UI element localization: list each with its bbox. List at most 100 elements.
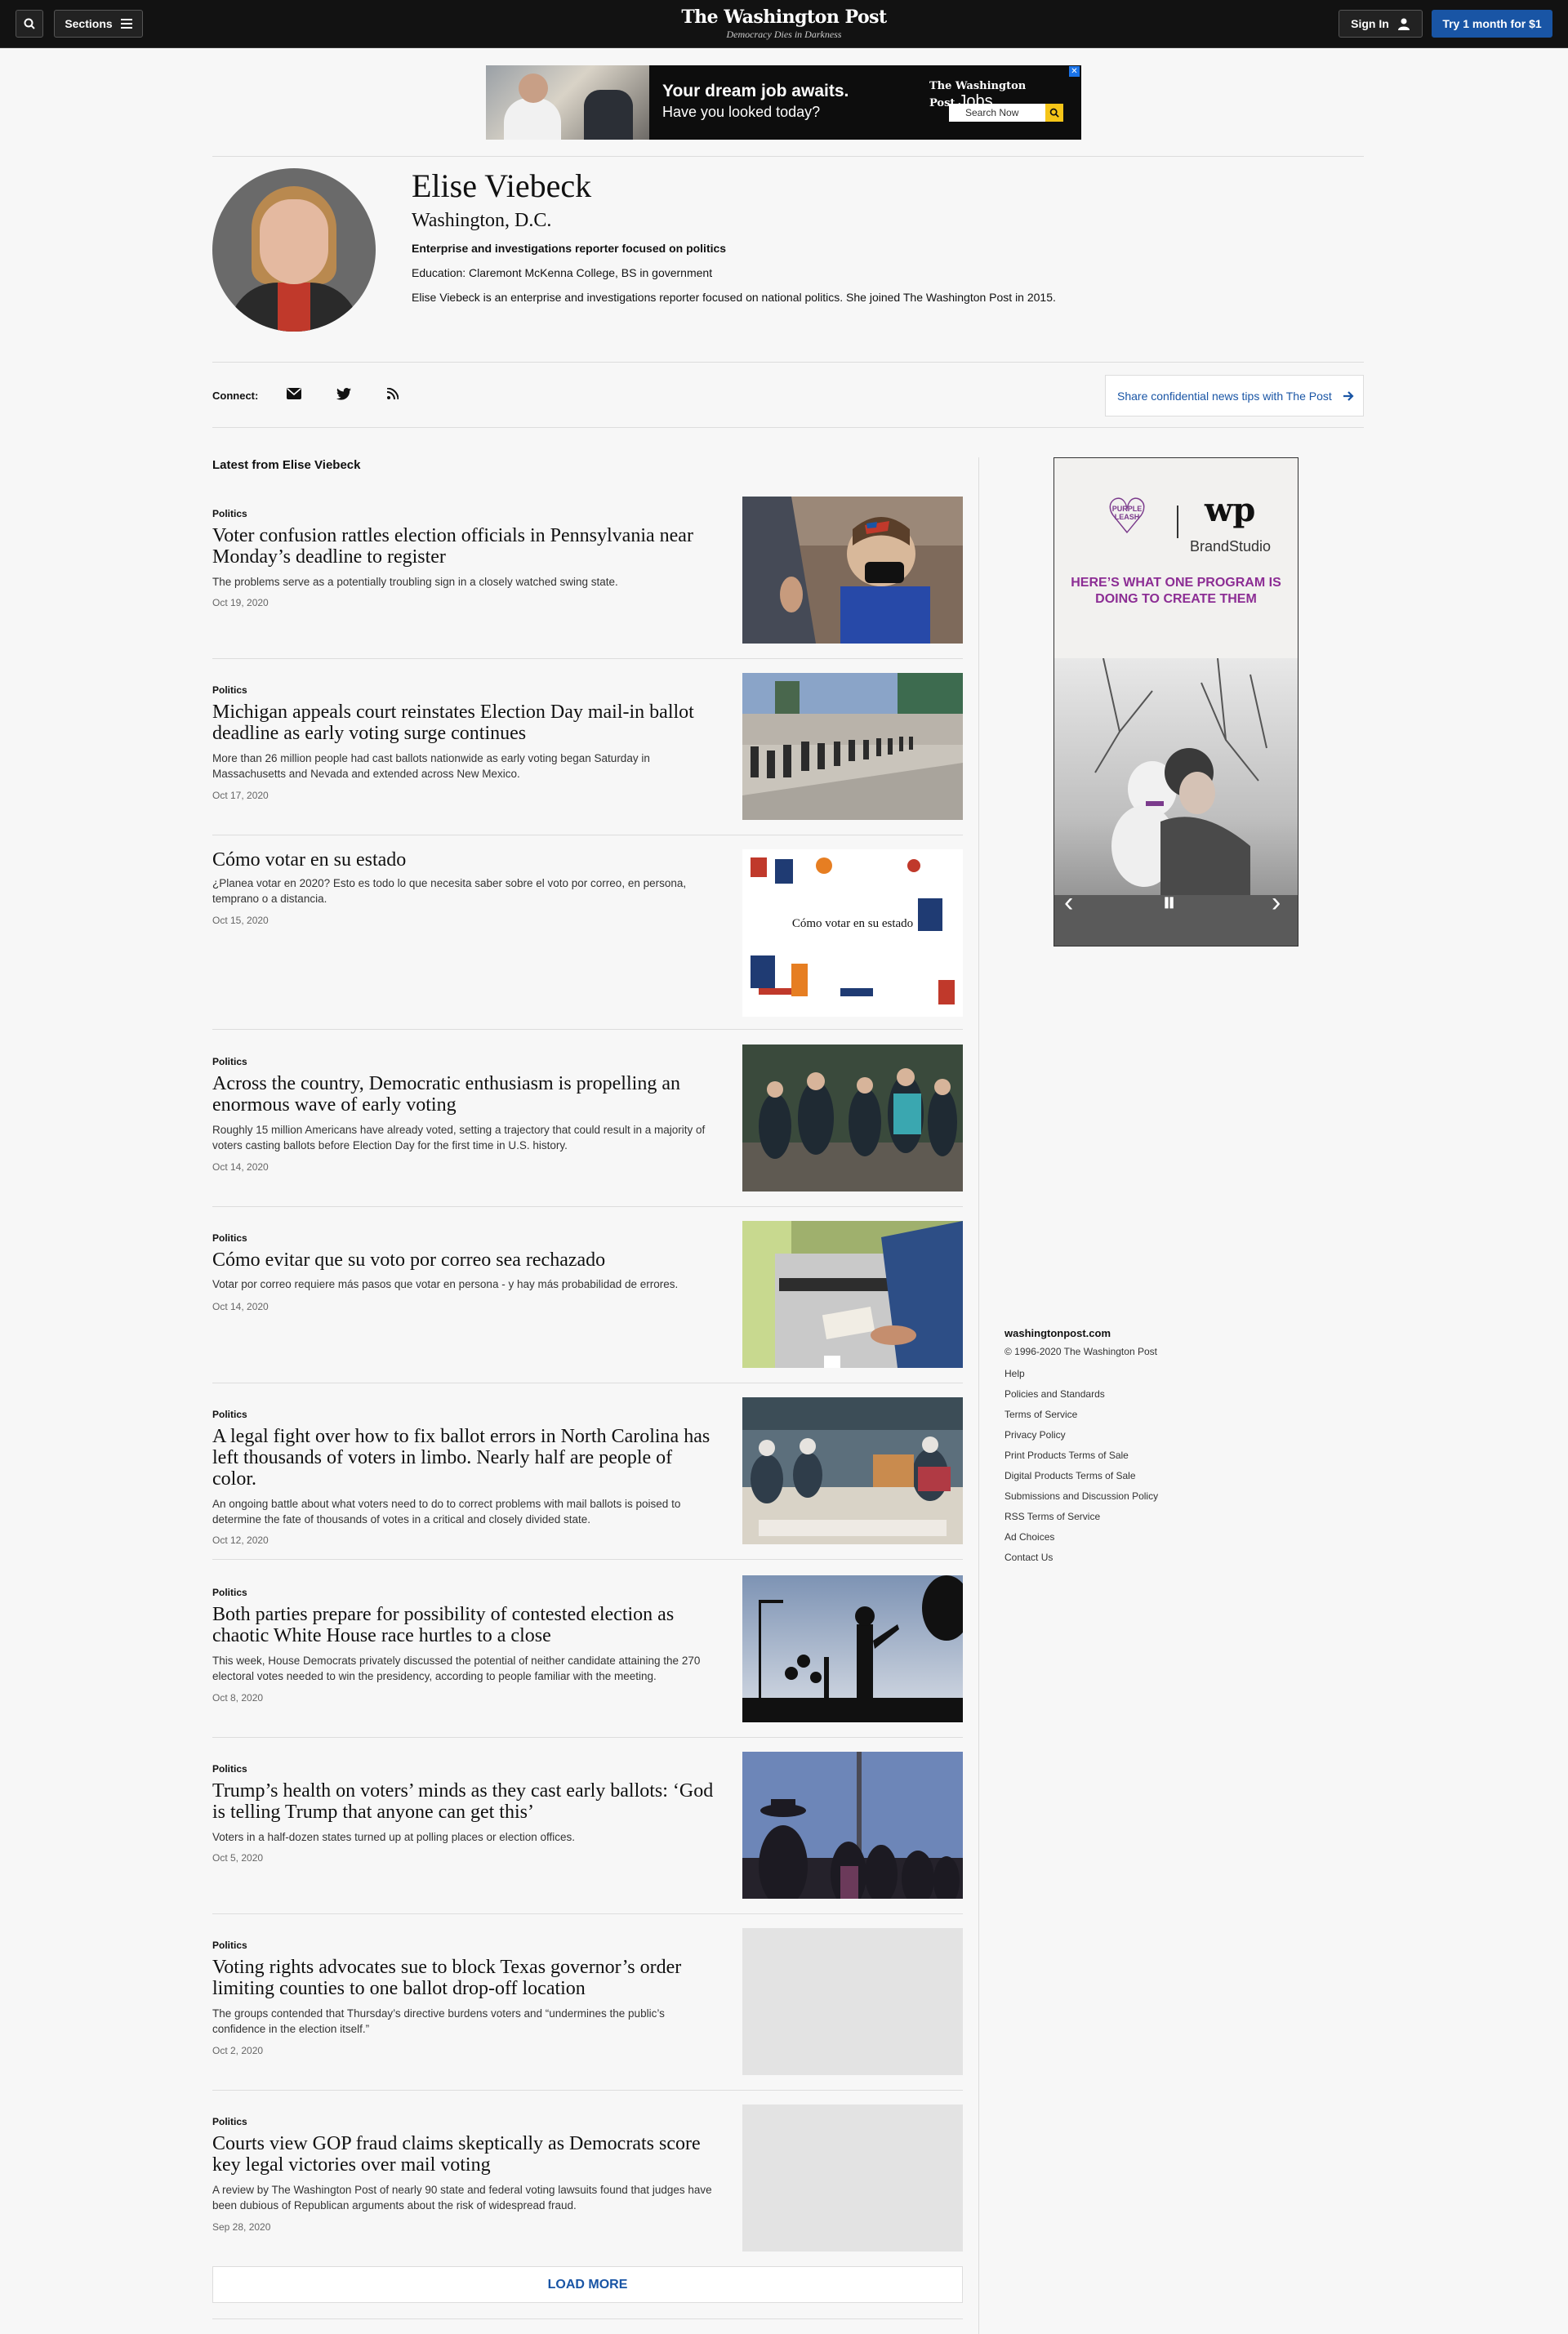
- article-thumbnail[interactable]: [742, 673, 963, 820]
- article-headline[interactable]: Courts view GOP fraud claims skeptically…: [212, 2133, 719, 2176]
- article-headline[interactable]: Across the country, Democratic enthusias…: [212, 1073, 719, 1116]
- footer-link-ad-choices[interactable]: Ad Choices: [1004, 1527, 1158, 1548]
- rss-icon[interactable]: [384, 385, 402, 402]
- article-kicker[interactable]: Politics: [212, 508, 247, 519]
- article-date: Oct 17, 2020: [212, 790, 269, 801]
- divider: [212, 1737, 963, 1738]
- previous-slide-icon[interactable]: ‹: [1064, 887, 1073, 919]
- article-card[interactable]: Politics A legal fight over how to fix b…: [212, 1397, 963, 1560]
- article-kicker[interactable]: Politics: [212, 1232, 247, 1244]
- twitter-icon[interactable]: [335, 385, 353, 402]
- author-role: Enterprise and investigations reporter f…: [412, 242, 727, 255]
- ad-top-panel: ♡ PURPLE LEASH wp BrandStudio HERE’S WHA…: [1054, 458, 1298, 658]
- article-thumbnail[interactable]: [742, 1221, 963, 1368]
- divider: [212, 2318, 963, 2319]
- footer-link-policies[interactable]: Policies and Standards: [1004, 1384, 1158, 1405]
- article-thumbnail-placeholder[interactable]: [742, 1928, 963, 2075]
- article-blurb: The groups contended that Thursday’s dir…: [212, 2007, 665, 2035]
- article-date: Sep 28, 2020: [212, 2221, 271, 2233]
- brandstudio-ad[interactable]: ♡ PURPLE LEASH wp BrandStudio HERE’S WHA…: [1054, 457, 1298, 947]
- email-icon[interactable]: [285, 385, 303, 402]
- article-blurb: Voters in a half-dozen states turned up …: [212, 1831, 576, 1843]
- ad-search-icon: [1045, 104, 1063, 122]
- footer-link-rss-terms[interactable]: RSS Terms of Service: [1004, 1507, 1158, 1527]
- article-card[interactable]: Politics Cómo evitar que su voto por cor…: [212, 1221, 963, 1383]
- article-headline[interactable]: Michigan appeals court reinstates Electi…: [212, 702, 719, 744]
- article-kicker[interactable]: Politics: [212, 1940, 247, 1951]
- article-card[interactable]: Politics Courts view GOP fraud claims sk…: [212, 2105, 963, 2252]
- article-card[interactable]: Politics Both parties prepare for possib…: [212, 1575, 963, 1738]
- article-thumbnail-placeholder[interactable]: [742, 2105, 963, 2252]
- masthead-logo[interactable]: The Washington Post Democracy Dies in Da…: [621, 7, 947, 41]
- search-button[interactable]: [16, 10, 43, 38]
- footer-link-digital-terms[interactable]: Digital Products Terms of Sale: [1004, 1466, 1158, 1486]
- article-headline[interactable]: A legal fight over how to fix ballot err…: [212, 1426, 719, 1490]
- ad-choices-icon[interactable]: ✕: [1069, 66, 1080, 77]
- article-kicker[interactable]: Politics: [212, 1587, 247, 1598]
- author-location: Washington, D.C.: [412, 210, 552, 231]
- article-card[interactable]: Politics Across the country, Democratic …: [212, 1045, 963, 1207]
- ad-search-button[interactable]: Search Now: [949, 104, 1063, 122]
- footer-link-privacy[interactable]: Privacy Policy: [1004, 1425, 1158, 1445]
- news-tips-label: Share confidential news tips with The Po…: [1117, 389, 1332, 403]
- footer-link-print-terms[interactable]: Print Products Terms of Sale: [1004, 1445, 1158, 1466]
- article-card[interactable]: Politics Voter confusion rattles electio…: [212, 497, 963, 659]
- ad-photo: ‹ ⏸ ›: [1054, 657, 1298, 946]
- article-date: Oct 19, 2020: [212, 597, 269, 608]
- ad-subline: Have you looked today?: [662, 104, 821, 120]
- article-kicker[interactable]: Politics: [212, 2116, 247, 2127]
- article-date: Oct 5, 2020: [212, 1852, 264, 1864]
- divider: [212, 427, 1364, 428]
- footer-link-help[interactable]: Help: [1004, 1364, 1158, 1384]
- footer-copyright: © 1996-2020 The Washington Post: [1004, 1346, 1157, 1357]
- brandstudio-label: BrandStudio: [1190, 538, 1272, 555]
- article-thumbnail[interactable]: [742, 1397, 963, 1544]
- article-date: Oct 12, 2020: [212, 1534, 269, 1546]
- article-kicker[interactable]: Politics: [212, 1056, 247, 1067]
- footer-site[interactable]: washingtonpost.com: [1004, 1327, 1158, 1339]
- article-card[interactable]: Cómo votar en su estado ¿Planea votar en…: [212, 849, 963, 1030]
- article-kicker[interactable]: Politics: [212, 684, 247, 696]
- latest-section-title: Latest from Elise Viebeck: [212, 458, 361, 472]
- footer-link-contact[interactable]: Contact Us: [1004, 1548, 1158, 1568]
- hamburger-icon: [120, 19, 132, 29]
- article-headline[interactable]: Voting rights advocates sue to block Tex…: [212, 1957, 719, 1999]
- author-name: Elise Viebeck: [412, 167, 592, 204]
- divider: [212, 156, 1364, 157]
- load-more-button[interactable]: LOAD MORE: [212, 2266, 963, 2303]
- divider: [212, 1559, 963, 1560]
- article-card[interactable]: Politics Michigan appeals court reinstat…: [212, 673, 963, 835]
- article-kicker[interactable]: Politics: [212, 1409, 247, 1420]
- article-kicker[interactable]: Politics: [212, 1763, 247, 1775]
- article-headline[interactable]: Both parties prepare for possibility of …: [212, 1604, 719, 1646]
- article-headline[interactable]: Cómo votar en su estado: [212, 849, 719, 871]
- ad-pitch: HERE’S WHAT ONE PROGRAM IS DOING TO CREA…: [1071, 576, 1281, 606]
- news-tips-button[interactable]: Share confidential news tips with The Po…: [1105, 375, 1364, 416]
- jobs-ad-banner[interactable]: Your dream job awaits. Have you looked t…: [486, 65, 1081, 140]
- thumbnail-text: Cómo votar en su estado: [792, 917, 913, 930]
- article-thumbnail[interactable]: Cómo votar en su estado: [742, 849, 963, 1017]
- footer-link-terms[interactable]: Terms of Service: [1004, 1405, 1158, 1425]
- next-slide-icon[interactable]: ›: [1272, 887, 1281, 919]
- subscribe-button[interactable]: Try 1 month for $1: [1432, 10, 1552, 38]
- article-thumbnail[interactable]: [742, 1752, 963, 1899]
- article-headline[interactable]: Voter confusion rattles election officia…: [212, 525, 719, 568]
- divider: [212, 1206, 963, 1207]
- article-thumbnail[interactable]: [742, 1045, 963, 1191]
- article-headline[interactable]: Cómo evitar que su voto por correo sea r…: [212, 1249, 719, 1271]
- search-icon: [24, 18, 35, 29]
- article-card[interactable]: Politics Voting rights advocates sue to …: [212, 1928, 963, 2091]
- sections-button[interactable]: Sections: [54, 10, 143, 38]
- article-headline[interactable]: Trump’s health on voters’ minds as they …: [212, 1780, 719, 1823]
- site-logo[interactable]: The Washington Post: [621, 7, 947, 28]
- connect-label: Connect:: [212, 390, 259, 402]
- divider: [212, 1913, 963, 1914]
- sign-in-button[interactable]: Sign In: [1339, 10, 1423, 38]
- footer-link-submissions[interactable]: Submissions and Discussion Policy: [1004, 1486, 1158, 1507]
- article-blurb: A review by The Washington Post of nearl…: [212, 2184, 712, 2212]
- author-photo: [212, 168, 376, 332]
- article-thumbnail[interactable]: [742, 1575, 963, 1722]
- article-card[interactable]: Politics Trump’s health on voters’ minds…: [212, 1752, 963, 1914]
- article-thumbnail[interactable]: [742, 497, 963, 644]
- pause-icon[interactable]: ⏸: [1162, 887, 1176, 919]
